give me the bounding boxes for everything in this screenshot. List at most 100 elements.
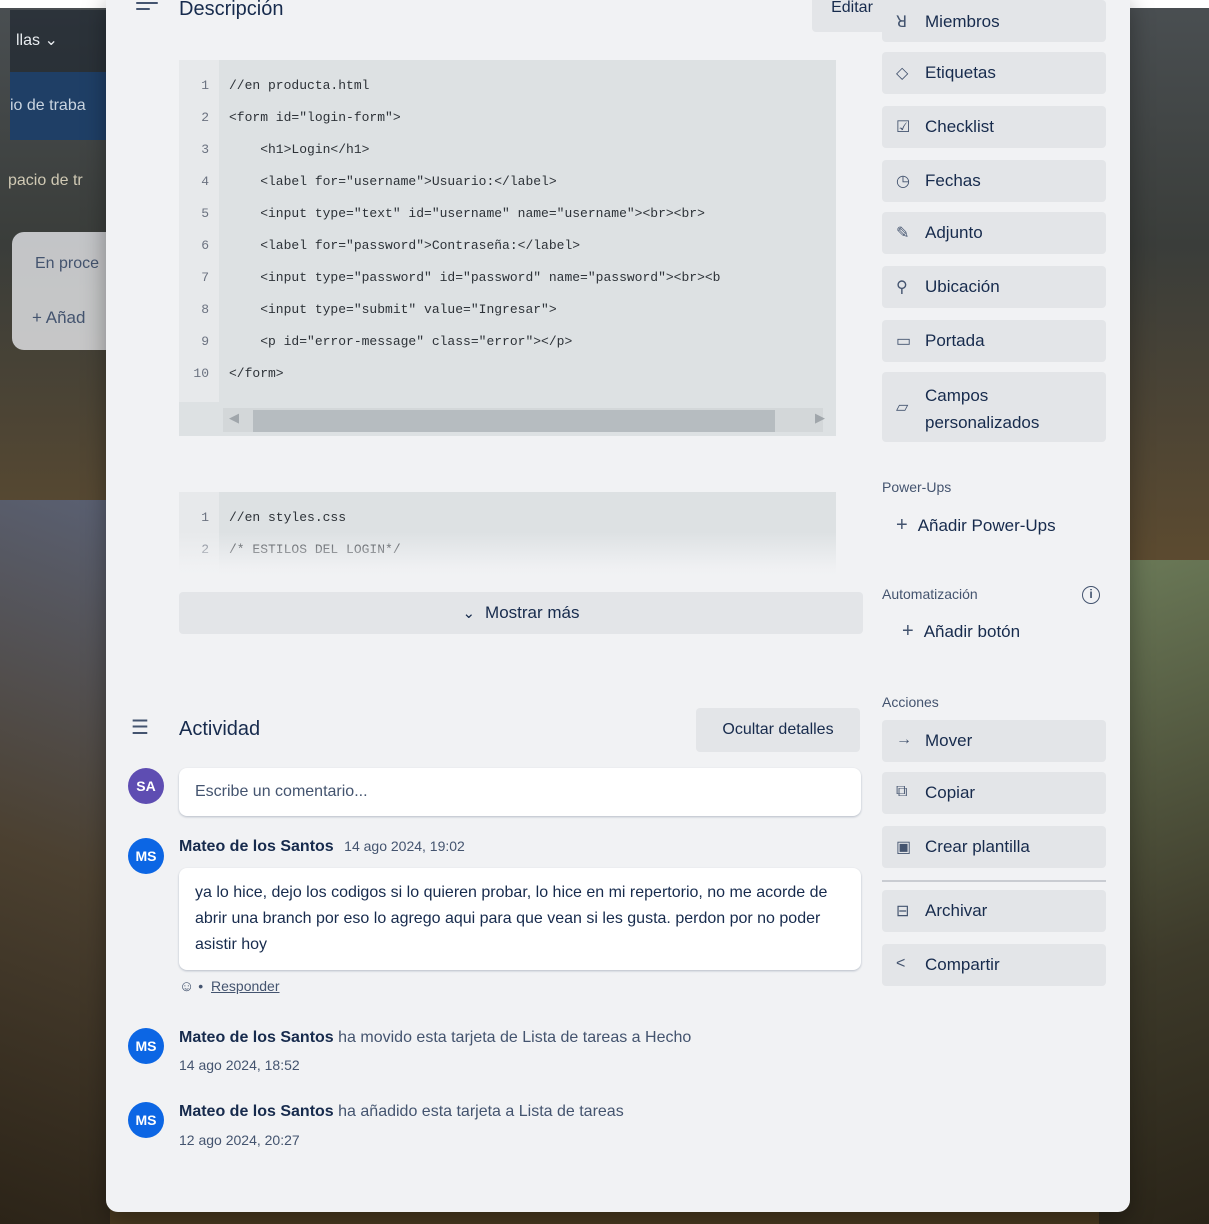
show-more-button[interactable]: ⌄ Mostrar más (179, 592, 863, 634)
card-sidebar: ꓤ Miembros ◇ Etiquetas ☑ Checklist ◷ Fec… (882, 0, 1112, 1212)
description-icon (136, 2, 158, 16)
location-label: Ubicación (925, 277, 1000, 296)
location-icon: ⚲ (896, 279, 908, 296)
checklist-icon: ☑ (896, 119, 911, 136)
separator: • (198, 978, 204, 994)
edit-description-button[interactable]: Editar (812, 0, 892, 32)
description-title: Descripción (179, 0, 284, 20)
code-line: 3 <h1>Login</h1> (179, 134, 836, 166)
event-timestamp[interactable]: 14 ago 2024, 18:52 (179, 1057, 300, 1073)
create-template-label: Crear plantilla (925, 837, 1030, 856)
add-button-button[interactable]: + Añadir botón (902, 620, 1020, 643)
line-number: 7 (201, 270, 209, 285)
labels-button[interactable]: ◇ Etiquetas (882, 52, 1106, 94)
attachment-button[interactable]: ✎ Adjunto (882, 212, 1106, 254)
code-line: 5 <input type="text" id="username" name=… (179, 198, 836, 230)
code-text: <h1>Login</h1> (229, 142, 370, 157)
event-author[interactable]: Mateo de los Santos (179, 1103, 334, 1120)
scroll-left-icon[interactable]: ◀ (229, 410, 239, 426)
code-line: 1 //en producta.html (179, 70, 836, 102)
line-number: 9 (201, 334, 209, 349)
plus-icon: + (896, 514, 908, 536)
archive-icon: ⊟ (896, 903, 910, 920)
comment-timestamp[interactable]: 14 ago 2024, 19:02 (344, 838, 465, 854)
automation-heading: Automatización (882, 586, 978, 602)
template-icon: ▣ (896, 839, 912, 856)
copy-icon: ⧉ (896, 783, 908, 800)
event-author[interactable]: Mateo de los Santos (179, 1029, 334, 1046)
list-title: En proce (35, 255, 100, 272)
code-block-html: 1 //en producta.html 2 <form id="login-form… (179, 60, 836, 436)
code-line: 8 <input type="submit" value="Ingresar"> (179, 294, 836, 326)
card-modal: Descripción Editar 1 //en producta.html 2 <… (106, 0, 1130, 1212)
line-number: 2 (201, 110, 209, 125)
add-powerups-button[interactable]: + Añadir Power-Ups (896, 514, 1056, 537)
activity-event: Mateo de los Santos ha movido esta tarje… (179, 1029, 691, 1047)
avatar[interactable]: MS (128, 838, 164, 874)
archive-button[interactable]: ⊟ Archivar (882, 890, 1106, 932)
line-number: 8 (201, 302, 209, 317)
code-text: <input type="text" id="username" name="u… (229, 206, 705, 221)
line-number: 10 (193, 366, 209, 381)
share-label: Compartir (925, 955, 1000, 974)
dates-button[interactable]: ◷ Fechas (882, 160, 1106, 202)
powerups-heading: Power-Ups (882, 479, 952, 495)
reply-link[interactable]: Responder (211, 978, 280, 994)
scroll-right-icon[interactable]: ▶ (815, 410, 825, 426)
line-number: 3 (201, 142, 209, 157)
avatar[interactable]: SA (128, 768, 164, 804)
checklist-button[interactable]: ☑ Checklist (882, 106, 1106, 148)
code-text: <input type="password" id="password" nam… (229, 270, 721, 285)
comment-actions: ☺ • Responder (179, 978, 280, 995)
line-number: 5 (201, 206, 209, 221)
share-button[interactable]: < Compartir (882, 944, 1106, 986)
dates-label: Fechas (925, 171, 981, 190)
arrow-right-icon: → (896, 731, 912, 748)
custom-fields-label: Campos personalizados (925, 382, 1039, 436)
code-line: 10 </form> (179, 358, 836, 390)
code-line: 7 <input type="password" id="password" n… (179, 262, 836, 294)
comment-body: ya lo hice, dejo los codigos si lo quier… (179, 868, 861, 970)
move-label: Mover (925, 731, 973, 750)
share-icon: < (896, 955, 906, 972)
plus-icon: + (902, 620, 914, 642)
add-reaction-icon[interactable]: ☺ (179, 978, 194, 995)
show-more-label: Mostrar más (485, 603, 580, 622)
event-timestamp[interactable]: 12 ago 2024, 20:27 (179, 1132, 300, 1148)
members-button[interactable]: ꓤ Miembros (882, 0, 1106, 42)
board-menu[interactable]: llas ⌄ (16, 30, 58, 50)
code-text: //en producta.html (229, 78, 370, 93)
comment-author[interactable]: Mateo de los Santos (179, 838, 334, 855)
create-template-button[interactable]: ▣ Crear plantilla (882, 826, 1106, 868)
add-button-label: Añadir botón (923, 622, 1021, 641)
cover-label: Portada (925, 331, 985, 350)
code-text: <label for="username">Usuario:</label> (229, 174, 557, 189)
cover-button[interactable]: ▭ Portada (882, 320, 1106, 362)
location-button[interactable]: ⚲ Ubicación (882, 266, 1106, 308)
info-icon[interactable]: i (1082, 586, 1100, 604)
checklist-label: Checklist (925, 117, 994, 136)
copy-button[interactable]: ⧉ Copiar (882, 772, 1106, 814)
attachment-label: Adjunto (925, 223, 983, 242)
comment-input[interactable]: Escribe un comentario... (179, 768, 861, 816)
move-button[interactable]: → Mover (882, 720, 1106, 762)
custom-fields-label-line2: personalizados (925, 413, 1040, 432)
list-add-card[interactable]: + Añad (32, 308, 85, 328)
custom-fields-button[interactable]: ▱ Campos personalizados (882, 372, 1106, 442)
code-line: 6 <label for="password">Contraseña:</lab… (179, 230, 836, 262)
collapse-fade (179, 532, 836, 576)
label-icon: ◇ (896, 65, 909, 82)
scrollbar-thumb[interactable] (253, 410, 775, 432)
comment-header: Mateo de los Santos 14 ago 2024, 19:02 (179, 838, 465, 856)
activity-title: Actividad (179, 718, 261, 740)
actions-heading: Acciones (882, 694, 939, 710)
workspace-link[interactable]: io de traba (10, 97, 86, 115)
hide-details-button[interactable]: Ocultar detalles (696, 708, 860, 752)
avatar[interactable]: MS (128, 1102, 164, 1138)
archive-label: Archivar (925, 901, 988, 920)
avatar[interactable]: MS (128, 1028, 164, 1064)
code-text: </form> (229, 366, 284, 381)
code-line: 1 //en styles.css (179, 502, 836, 534)
horizontal-scrollbar[interactable]: ◀ ▶ (179, 402, 836, 436)
landscape-left (0, 500, 110, 1224)
